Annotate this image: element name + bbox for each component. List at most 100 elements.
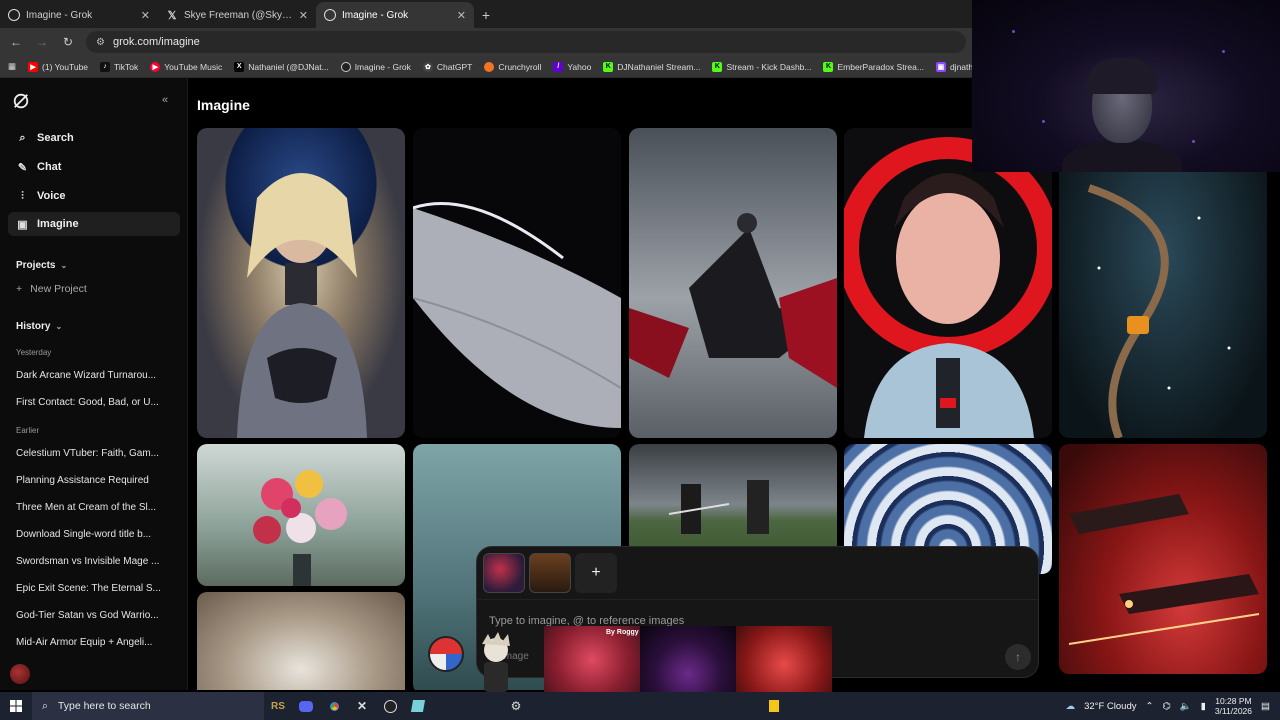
screen: Imagine - Grok ✕ 𝕏 Skye Freeman (@Skyebr… (0, 0, 1280, 720)
history-item[interactable]: Celestium VTuber: Faith, Gam... (16, 448, 166, 459)
browser-tab-2[interactable]: 𝕏 Skye Freeman (@Skyebrows) / ✕ (158, 2, 316, 28)
history-item[interactable]: Dark Arcane Wizard Turnarou... (16, 370, 166, 381)
bookmark-grok[interactable]: Imagine - Grok (340, 61, 411, 72)
chat-icon: ✎ (17, 161, 28, 174)
bookmark-tiktok[interactable]: ♪ TikTok (100, 61, 139, 72)
streaming-app-icon[interactable]: ✕ (348, 692, 376, 720)
sticky-notes-icon[interactable] (760, 692, 788, 720)
back-arrow-icon[interactable]: ← (8, 34, 24, 50)
reload-icon[interactable]: ↻ (60, 34, 76, 50)
clock-time: 10:28 PM (1215, 696, 1252, 706)
weather-cloud-icon: ☁ (1065, 700, 1076, 712)
new-project-button[interactable]: + New Project (16, 283, 87, 295)
browser-tab-1[interactable]: Imagine - Grok ✕ (0, 2, 158, 28)
grok-sidebar: « ⌕ Search ✎ Chat ⫶ Voice ▣ Imagine Proj… (0, 78, 188, 690)
reference-image-thumbnail[interactable] (529, 553, 571, 593)
kick-icon: K (603, 61, 614, 72)
settings-gear-icon[interactable]: ⚙ (502, 692, 530, 720)
gallery-image-spaceships[interactable] (1059, 444, 1267, 674)
nav-label: Voice (37, 190, 66, 202)
history-item[interactable]: Three Men at Cream of the Sl... (16, 502, 166, 513)
fish-figure (413, 202, 621, 428)
history-item[interactable]: God-Tier Satan vs God Warrio... (16, 610, 166, 621)
bookmark-chatgpt[interactable]: ✿ ChatGPT (422, 61, 472, 72)
browser-tab-3[interactable]: Imagine - Grok ✕ (316, 2, 474, 28)
reference-image-thumbnail[interactable] (483, 553, 525, 593)
nav-search[interactable]: ⌕ Search (8, 126, 180, 150)
speaker-icon[interactable]: 🔈 (1180, 701, 1192, 712)
bookmark-label: TikTok (114, 61, 139, 72)
site-settings-icon[interactable]: ⚙ (96, 37, 105, 48)
grok-favicon-icon (8, 9, 20, 21)
gallery-image-cosmic-woman[interactable] (197, 128, 405, 438)
collapse-sidebar-icon[interactable]: « (162, 94, 168, 106)
bookmark-youtube[interactable]: ▶ (1) YouTube (28, 61, 88, 72)
bookmark-label: EmberParadox Strea... (837, 61, 924, 72)
history-item[interactable]: Epic Exit Scene: The Eternal S... (16, 583, 166, 594)
history-item[interactable]: Planning Assistance Required (16, 475, 166, 486)
taskbar-search[interactable]: ⌕ Type here to search (32, 692, 264, 720)
tab-title: Imagine - Grok (342, 9, 409, 21)
nav-imagine[interactable]: ▣ Imagine (8, 212, 180, 236)
gallery-image-train[interactable] (1059, 128, 1267, 438)
gallery-image-silver-fish[interactable] (413, 128, 621, 438)
bookmark-yahoo[interactable]: / Yahoo (553, 61, 591, 72)
close-tab-icon[interactable]: ✕ (299, 9, 308, 22)
apps-grid-icon[interactable]: ▦ (8, 61, 16, 72)
history-header[interactable]: History ⌄ (16, 321, 62, 332)
user-avatar[interactable] (10, 664, 30, 684)
chevron-down-icon: ⌄ (55, 322, 63, 331)
grok-favicon-icon (324, 9, 336, 21)
bookmark-x[interactable]: X Nathaniel (@DJNat... (234, 61, 329, 72)
youtube-icon: ▶ (28, 61, 39, 72)
chrome-app-icon[interactable] (320, 692, 348, 720)
chevron-up-icon[interactable]: ⌃ (1145, 701, 1153, 712)
page-title: Imagine (197, 97, 250, 113)
projects-header[interactable]: Projects ⌄ (16, 260, 67, 271)
close-tab-icon[interactable]: ✕ (141, 9, 150, 22)
bookmark-crunchyroll[interactable]: Crunchyroll (484, 61, 542, 72)
gallery-image-cyborg-girl[interactable] (844, 128, 1052, 438)
nav-label: Search (37, 132, 74, 144)
bookmark-label: Crunchyroll (498, 61, 542, 72)
bookmark-kick-3[interactable]: K EmberParadox Strea... (823, 61, 924, 72)
webcam-overlay (972, 0, 1280, 172)
gallery-image-flower-bouquet[interactable] (197, 444, 405, 586)
runescape-app-icon[interactable]: RS (264, 692, 292, 720)
obs-app-icon[interactable] (376, 692, 404, 720)
notifications-icon[interactable]: ▤ (1261, 701, 1270, 712)
imagine-icon: ▣ (17, 218, 28, 231)
discord-app-icon[interactable] (292, 692, 320, 720)
nav-voice[interactable]: ⫶ Voice (8, 184, 180, 208)
close-tab-icon[interactable]: ✕ (457, 9, 466, 22)
forward-arrow-icon[interactable]: → (34, 34, 50, 50)
grok-logo-icon[interactable] (12, 92, 30, 110)
portrait-figure (237, 173, 367, 438)
start-button[interactable] (0, 692, 32, 720)
url-field[interactable]: ⚙ grok.com/imagine (86, 31, 966, 53)
gallery-image-dragon[interactable] (629, 128, 837, 438)
bookmark-youtube-music[interactable]: ▶ YouTube Music (150, 61, 222, 72)
gallery-image-swordsmen[interactable] (629, 444, 837, 554)
history-item[interactable]: Download Single-word title b... (16, 529, 166, 540)
search-icon: ⌕ (42, 699, 48, 712)
light-particle (1192, 140, 1195, 143)
send-arrow-icon[interactable]: ↑ (1005, 644, 1031, 670)
bookmark-label: Stream - Kick Dashb... (726, 61, 812, 72)
app-icon[interactable] (404, 692, 432, 720)
weather-text[interactable]: 32°F Cloudy (1084, 701, 1136, 712)
gallery-image-white-hair[interactable] (197, 592, 405, 690)
new-tab-plus-icon[interactable]: + (474, 2, 498, 28)
history-item[interactable]: Swordsman vs Invisible Mage ... (16, 556, 166, 567)
microphone-icon[interactable]: ▮ (1201, 701, 1206, 712)
bookmark-kick-2[interactable]: K Stream - Kick Dashb... (712, 61, 812, 72)
dragon-figure (629, 213, 837, 388)
history-item[interactable]: Mid-Air Armor Equip + Angeli... (16, 637, 166, 648)
add-reference-button[interactable]: + (575, 553, 617, 593)
history-item[interactable]: First Contact: Good, Bad, or U... (16, 397, 166, 408)
network-icon[interactable]: ⌬ (1162, 701, 1170, 712)
nav-chat[interactable]: ✎ Chat (8, 155, 180, 179)
taskbar-clock[interactable]: 10:28 PM 3/11/2026 (1215, 696, 1252, 716)
light-particle (1042, 120, 1045, 123)
bookmark-kick-1[interactable]: K DJNathaniel Stream... (603, 61, 700, 72)
